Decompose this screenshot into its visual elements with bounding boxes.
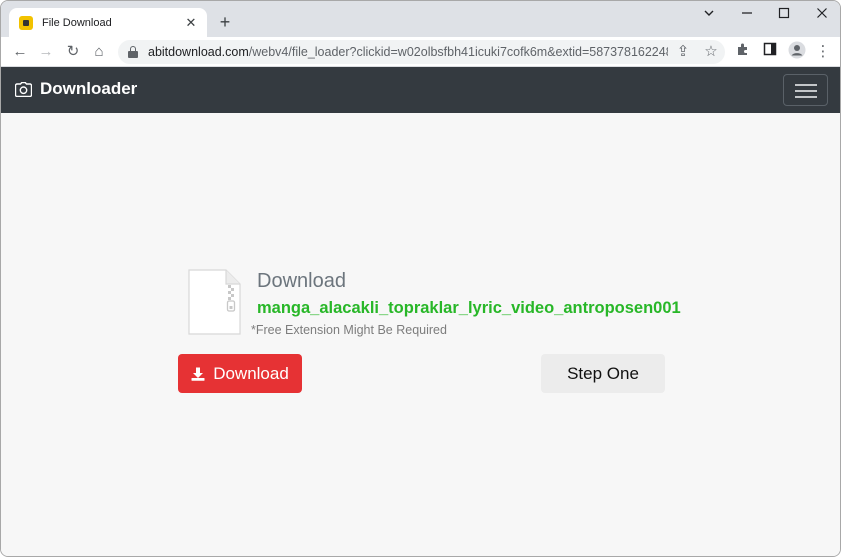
step-one-label: Step One xyxy=(567,363,639,383)
browser-toolbar: ← → ↻ ⌂ abitdownload.com/webv4/file_load… xyxy=(1,37,840,67)
lock-icon[interactable] xyxy=(128,46,138,58)
favicon-icon xyxy=(19,15,33,30)
browser-window: File Download ✕ + ← → ↻ ⌂ abitdownload.c… xyxy=(0,0,841,557)
browser-menu-icon[interactable]: ⋮ xyxy=(812,41,834,63)
hamburger-line xyxy=(795,90,817,92)
brand[interactable]: Downloader xyxy=(15,79,137,99)
address-bar[interactable]: abitdownload.com/webv4/file_loader?click… xyxy=(118,40,725,64)
url-path: /webv4/file_loader?clickid=w02olbsfbh41i… xyxy=(248,45,668,59)
share-icon[interactable]: ⇪ xyxy=(672,41,694,63)
new-tab-button[interactable]: + xyxy=(215,12,235,32)
main-content: Download manga_alacakli_topraklar_lyric_… xyxy=(1,113,840,556)
extension-note: *Free Extension Might Be Required xyxy=(251,323,447,337)
forward-icon[interactable]: → xyxy=(35,41,57,63)
tab-search-icon[interactable] xyxy=(695,5,723,25)
tab-strip: File Download ✕ + xyxy=(1,1,840,37)
url-domain: abitdownload.com xyxy=(148,45,249,59)
tab-title: File Download xyxy=(42,16,112,29)
url-text[interactable]: abitdownload.com/webv4/file_loader?click… xyxy=(148,45,668,59)
download-button[interactable]: Download xyxy=(178,354,302,393)
side-panel-icon[interactable] xyxy=(759,41,781,63)
back-icon[interactable]: ← xyxy=(9,41,31,63)
reload-icon[interactable]: ↻ xyxy=(62,41,84,63)
tab-close-icon[interactable]: ✕ xyxy=(183,15,199,31)
file-name: manga_alacakli_topraklar_lyric_video_ant… xyxy=(257,299,681,317)
download-icon xyxy=(191,367,205,381)
download-button-label: Download xyxy=(213,363,289,383)
home-icon[interactable]: ⌂ xyxy=(88,41,110,63)
window-close-icon[interactable] xyxy=(808,5,836,25)
site-navbar: Downloader xyxy=(1,67,840,113)
zip-file-icon xyxy=(188,269,241,335)
step-one-button[interactable]: Step One xyxy=(541,354,665,393)
profile-avatar-icon[interactable] xyxy=(786,41,808,63)
camera-icon xyxy=(15,81,32,97)
download-heading: Download xyxy=(257,270,346,292)
brand-name: Downloader xyxy=(40,79,138,98)
bookmark-star-icon[interactable]: ☆ xyxy=(700,41,722,63)
extensions-icon[interactable] xyxy=(732,41,754,63)
hamburger-line xyxy=(795,84,817,86)
browser-tab[interactable]: File Download ✕ xyxy=(9,8,207,37)
minimize-icon[interactable] xyxy=(733,5,761,25)
navbar-toggler-button[interactable] xyxy=(783,74,828,106)
hamburger-line xyxy=(795,96,817,98)
maximize-icon[interactable] xyxy=(770,5,798,25)
